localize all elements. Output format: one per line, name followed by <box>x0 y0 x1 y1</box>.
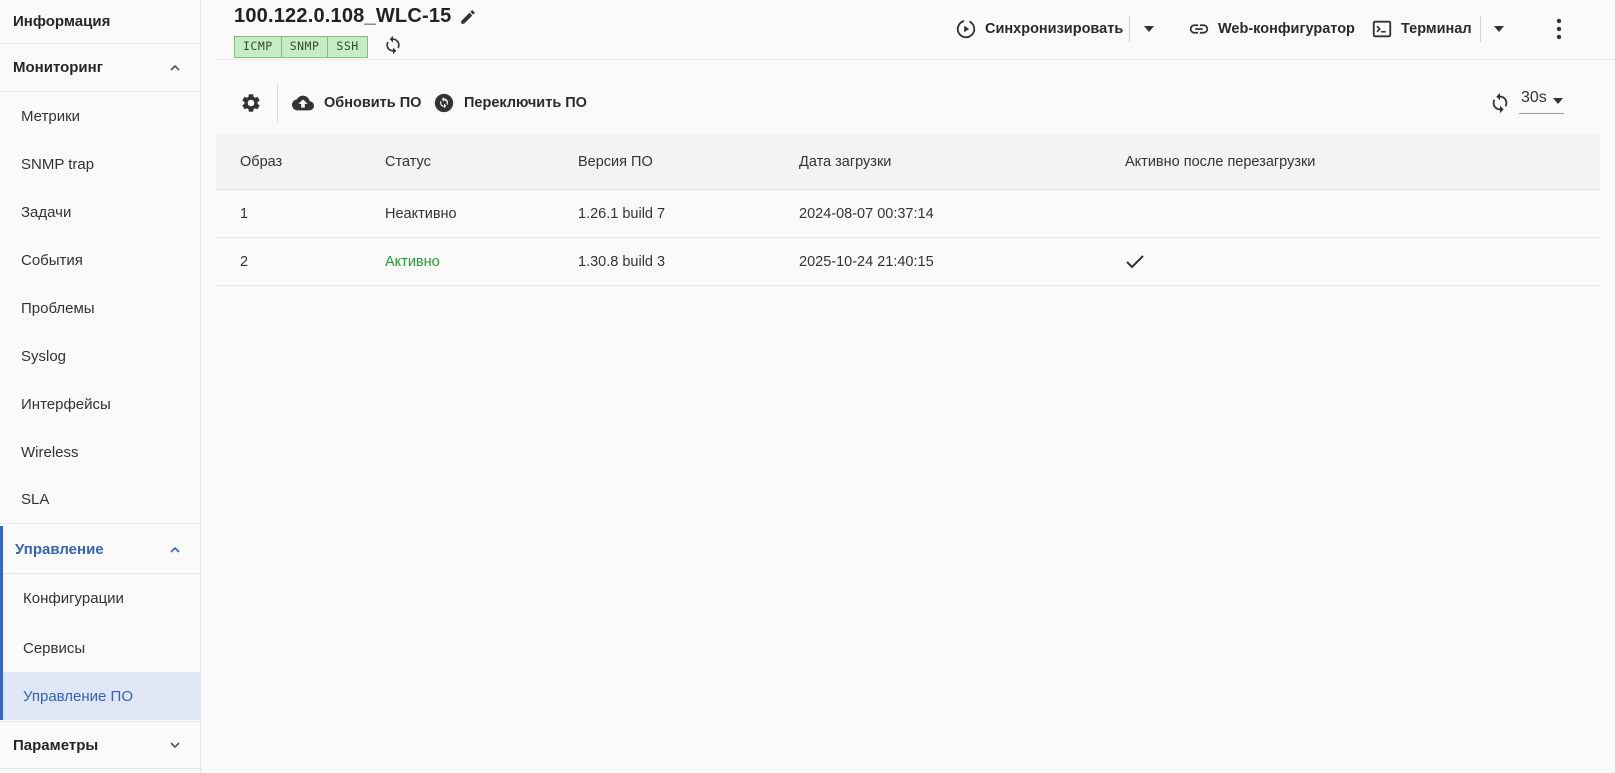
sidebar-item-label: Syslog <box>21 347 67 365</box>
play-circle-icon <box>956 19 976 39</box>
update-software-button[interactable]: Обновить ПО <box>291 92 421 114</box>
sidebar-item-events[interactable]: События <box>0 236 200 284</box>
cell-version: 1.30.8 build 3 <box>578 253 666 270</box>
chevron-up-icon <box>170 64 180 71</box>
cell-active-after-reboot <box>1125 238 1145 285</box>
sidebar-item-label: Сервисы <box>23 639 86 657</box>
synchronize-button[interactable]: Синхронизировать <box>955 15 1123 43</box>
tag-ssh: SSH <box>328 37 367 57</box>
sidebar: Информация Мониторинг Метрики SNMP trap … <box>0 0 201 773</box>
sidebar-item-metrics[interactable]: Метрики <box>0 92 200 140</box>
sync-icon[interactable] <box>383 35 403 55</box>
divider <box>1129 16 1130 42</box>
protocol-tags: ICMP SNMP SSH <box>234 36 368 58</box>
sidebar-item-label: Метрики <box>21 107 81 125</box>
column-header-status[interactable]: Статус <box>385 134 431 189</box>
sidebar-group-monitoring[interactable]: Мониторинг <box>0 44 200 92</box>
cell-status: Активно <box>385 253 440 270</box>
link-icon <box>1189 24 1209 34</box>
page-title: 100.122.0.108_WLC-15 <box>234 5 452 27</box>
table-row[interactable]: 2 Активно 1.30.8 build 3 2025-10-24 21:4… <box>216 238 1600 286</box>
sidebar-item-software-management[interactable]: Управление ПО <box>0 672 200 720</box>
sidebar-item-label: Информация <box>13 13 111 30</box>
divider <box>1480 16 1481 42</box>
sidebar-item-label: Задачи <box>21 203 72 221</box>
sidebar-item-services[interactable]: Сервисы <box>0 624 200 672</box>
switch-software-label: Переключить ПО <box>464 95 587 111</box>
terminal-dropdown-icon[interactable] <box>1494 26 1504 32</box>
sidebar-item-syslog[interactable]: Syslog <box>0 332 200 380</box>
terminal-button[interactable]: Терминал <box>1371 15 1472 43</box>
cell-image: 2 <box>240 253 249 270</box>
chevron-down-icon <box>1553 98 1563 104</box>
sidebar-item-tasks[interactable]: Задачи <box>0 188 200 236</box>
sidebar-group-label: Управление <box>15 541 104 558</box>
column-header-version[interactable]: Версия ПО <box>578 134 653 189</box>
column-header-active-after-reboot[interactable]: Активно после перезагрузки <box>1125 134 1315 189</box>
cloud-upload-icon <box>292 95 314 111</box>
sidebar-item-label: Конфигурации <box>23 589 124 607</box>
cell-image: 1 <box>240 205 249 222</box>
sidebar-item-configurations[interactable]: Конфигурации <box>0 574 200 622</box>
sidebar-item-label: SLA <box>21 491 50 508</box>
gear-icon[interactable] <box>240 92 262 114</box>
update-software-label: Обновить ПО <box>324 95 422 111</box>
chevron-up-icon <box>170 546 180 553</box>
cell-status: Неактивно <box>385 205 457 222</box>
switch-circle-icon <box>434 93 454 113</box>
sidebar-item-label: Проблемы <box>21 299 95 317</box>
web-configurator-label: Web-конфигуратор <box>1218 21 1355 37</box>
sidebar-item-snmp-trap[interactable]: SNMP trap <box>0 140 200 188</box>
sidebar-group-params[interactable]: Параметры <box>0 721 200 769</box>
tag-snmp: SNMP <box>281 37 329 57</box>
table-row[interactable]: 1 Неактивно 1.26.1 build 7 2024-08-07 00… <box>216 190 1600 238</box>
cell-date: 2024-08-07 00:37:14 <box>799 205 934 222</box>
column-header-image[interactable]: Образ <box>240 134 282 189</box>
more-vertical-icon[interactable] <box>1556 18 1562 40</box>
sync-dropdown-icon[interactable] <box>1144 26 1154 32</box>
sidebar-item-label: Управление ПО <box>23 687 134 705</box>
sidebar-item-problems[interactable]: Проблемы <box>0 284 200 332</box>
header-divider <box>217 59 1615 60</box>
tag-icmp: ICMP <box>235 37 282 57</box>
cell-version: 1.26.1 build 7 <box>578 205 666 222</box>
switch-software-button[interactable]: Переключить ПО <box>433 92 587 114</box>
sidebar-item-sla[interactable]: SLA <box>0 476 200 524</box>
software-table: Образ Статус Версия ПО Дата загрузки Акт… <box>216 134 1600 286</box>
web-configurator-button[interactable]: Web-конфигуратор <box>1188 15 1355 43</box>
sidebar-group-label: Мониторинг <box>13 59 103 76</box>
sidebar-group-management[interactable]: Управление <box>0 526 200 574</box>
refresh-interval-select[interactable]: 30s <box>1519 89 1564 114</box>
sidebar-group-label: Параметры <box>13 736 99 754</box>
sidebar-item-label: События <box>21 251 83 269</box>
table-header: Образ Статус Версия ПО Дата загрузки Акт… <box>216 134 1600 190</box>
refresh-interval-value: 30s <box>1521 89 1547 106</box>
pencil-icon[interactable] <box>459 8 477 26</box>
check-icon <box>1126 254 1144 268</box>
sidebar-item-label: SNMP trap <box>21 155 95 173</box>
sidebar-item-label: Интерфейсы <box>21 395 111 413</box>
terminal-label: Терминал <box>1401 21 1472 37</box>
synchronize-label: Синхронизировать <box>985 21 1124 37</box>
sidebar-item-label: Wireless <box>21 443 79 461</box>
cell-date: 2025-10-24 21:40:15 <box>799 253 934 270</box>
terminal-icon <box>1372 20 1392 38</box>
column-header-date[interactable]: Дата загрузки <box>799 134 891 189</box>
sidebar-item-wireless[interactable]: Wireless <box>0 428 200 476</box>
chevron-down-icon <box>170 742 180 749</box>
active-group-indicator <box>0 526 3 720</box>
sidebar-item-info[interactable]: Информация <box>0 0 200 44</box>
sidebar-item-interfaces[interactable]: Интерфейсы <box>0 380 200 428</box>
toolbar-divider <box>277 84 278 122</box>
refresh-icon[interactable] <box>1489 92 1511 114</box>
